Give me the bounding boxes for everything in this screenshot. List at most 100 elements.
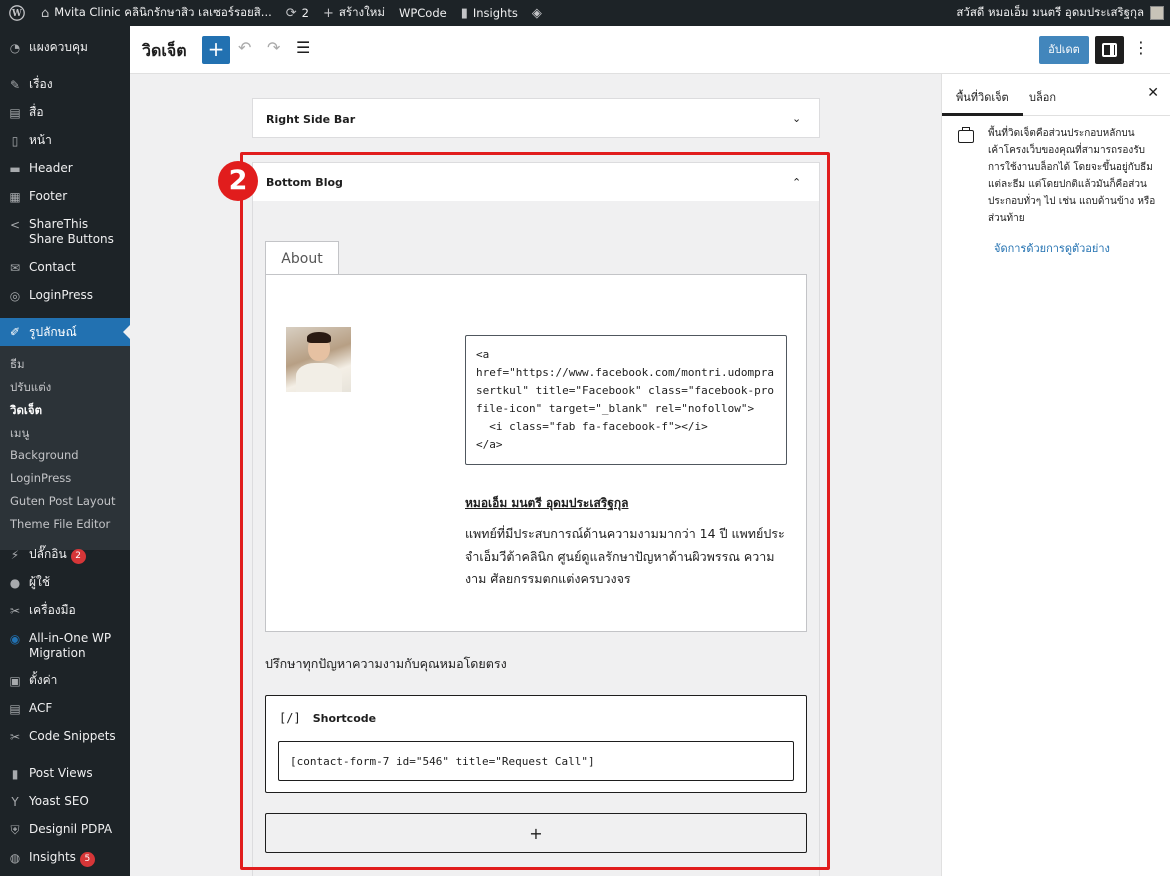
dashboard-icon: ◔: [9, 41, 21, 55]
widget-area-description: พื้นที่วิดเจ็ตคือส่วนประกอบหลักบนเค้าโคร…: [988, 128, 1156, 224]
sidebar-item-media[interactable]: ▤ สื่อ: [0, 105, 130, 121]
submenu-themes[interactable]: ธีม: [0, 356, 25, 374]
sidebar-item-plugins[interactable]: ⚡ ปลั๊กอิน 2: [0, 547, 130, 564]
sidebar-item-pdpa[interactable]: ⛨ Designil PDPA: [0, 822, 130, 838]
footer-icon: ▦: [9, 190, 21, 204]
submenu-customize[interactable]: ปรับแต่ง: [0, 379, 51, 397]
block-inserter-button[interactable]: +: [202, 36, 230, 64]
sidebar-item-settings[interactable]: ▣ ตั้งค่า: [0, 673, 130, 689]
settings-tabs: พื้นที่วิดเจ็ต บล็อก ✕: [942, 74, 1170, 116]
wrench-icon: ✂: [9, 604, 21, 618]
settings-sidebar: พื้นที่วิดเจ็ต บล็อก ✕ พื้นที่วิดเจ็ตคือ…: [941, 74, 1170, 876]
redo-icon[interactable]: ↷: [267, 38, 280, 57]
sidebar-item-posts[interactable]: ✎ เรื่อง: [0, 77, 130, 93]
wpcode-label: WPCode: [398, 6, 447, 20]
plus-icon: +: [323, 5, 334, 21]
sidebar-item-yoast[interactable]: Y Yoast SEO: [0, 794, 130, 810]
manage-with-preview-link[interactable]: จัดการด้วยการดูตัวอย่าง: [994, 239, 1110, 257]
submenu-menus[interactable]: เมนู: [0, 425, 29, 443]
widget-canvas: Right Side Bar ⌄ Bottom Blog ⌃ About <a …: [130, 74, 941, 876]
more-options-icon[interactable]: ⋮: [1133, 38, 1149, 57]
media-icon: ▤: [9, 106, 21, 120]
insights-link[interactable]: ▮ Insights: [454, 0, 525, 26]
wordpress-logo-icon[interactable]: W: [0, 0, 34, 26]
submenu-theme-file-editor[interactable]: Theme File Editor: [0, 517, 110, 531]
settings-icon: ▣: [9, 674, 21, 688]
undo-icon[interactable]: ↶: [238, 38, 251, 57]
sidebar-item-loginpress[interactable]: ◎ LoginPress: [0, 288, 130, 304]
brush-icon: ✐: [9, 325, 21, 339]
close-icon[interactable]: ✕: [1147, 85, 1159, 101]
sidebar-item-insights[interactable]: ◍ Insights 5: [0, 850, 130, 867]
sidebar-item-pages[interactable]: ▯ หน้า: [0, 133, 130, 149]
updates-count: 2: [301, 6, 309, 20]
sidebar-item-header[interactable]: ▬ Header: [0, 161, 130, 177]
submenu-guten-post-layout[interactable]: Guten Post Layout: [0, 494, 116, 508]
step-number-badge: 2: [218, 161, 258, 201]
submenu-widgets[interactable]: วิดเจ็ต: [0, 402, 42, 420]
chart-icon: ▮: [11, 767, 19, 781]
plugins-badge: 2: [70, 549, 86, 564]
refresh-icon: ⟳: [285, 5, 297, 21]
sidebar-item-code-snippets[interactable]: ✂ Code Snippets: [0, 729, 130, 745]
diamond-icon: ◈: [531, 5, 542, 21]
wpcode-link[interactable]: WPCode: [392, 0, 454, 26]
diamond-link[interactable]: ◈: [525, 0, 549, 26]
sidebar-item-sharethis[interactable]: < ShareThis Share Buttons: [0, 217, 130, 247]
yoast-icon: Y: [11, 795, 19, 809]
widget-area-title: Right Side Bar: [266, 112, 356, 126]
sidebar-item-acf[interactable]: ▤ ACF: [0, 701, 130, 717]
sidebar-item-users[interactable]: ● ผู้ใช้: [0, 575, 130, 591]
admin-bar: W ⌂ Mvita Clinic คลินิกรักษาสิว เลเซอร์ร…: [0, 0, 1170, 26]
update-button[interactable]: อัปเดต: [1039, 36, 1089, 64]
code-icon: ✂: [9, 730, 21, 744]
shield-icon: ⛨: [10, 823, 20, 837]
loginpress-icon: ◎: [9, 289, 21, 303]
sidebar-icon: [1102, 43, 1117, 57]
sidebar-item-contact[interactable]: ✉ Contact: [0, 260, 130, 276]
account-menu[interactable]: สวัสดี หมอเอ็ม มนตรี อุดมประเสริฐกุล: [956, 4, 1170, 22]
svg-text:W: W: [11, 9, 22, 19]
sidebar-item-aio-migration[interactable]: ◉ All-in-One WP Migration: [0, 631, 130, 661]
sidebar-item-post-views[interactable]: ▮ Post Views: [0, 766, 130, 782]
updates-link[interactable]: ⟳ 2: [279, 0, 316, 26]
greeting: สวัสดี หมอเอ็ม มนตรี อุดมประเสริฐกุล: [956, 5, 1144, 19]
pin-icon: ✎: [9, 78, 21, 92]
sidebar-item-footer[interactable]: ▦ Footer: [0, 189, 130, 205]
home-icon: ⌂: [41, 5, 50, 21]
new-label: สร้างใหม่: [338, 5, 385, 19]
site-name: Mvita Clinic คลินิกรักษาสิว เลเซอร์รอยสิ…: [54, 5, 272, 19]
insights-badge: 5: [79, 852, 95, 867]
user-icon: ●: [9, 576, 21, 590]
page-icon: ▯: [11, 134, 19, 148]
sidebar-item-appearance[interactable]: ✐ รูปลักษณ์: [0, 318, 130, 346]
chevron-down-icon[interactable]: ⌄: [792, 112, 804, 125]
highlight-frame: [240, 152, 830, 870]
list-view-icon[interactable]: ☰: [296, 38, 310, 57]
settings-toggle-button[interactable]: [1095, 36, 1124, 64]
bar-chart-icon: ▮: [460, 5, 468, 21]
admin-sidebar: ◔ แผงควบคุม ✎ เรื่อง ▤ สื่อ ▯ หน้า ▬ Hea…: [0, 26, 130, 876]
tab-block[interactable]: บล็อก: [1029, 88, 1056, 106]
mail-icon: ✉: [9, 261, 21, 275]
appearance-submenu: ธีม ปรับแต่ง วิดเจ็ต เมนู Background Log…: [0, 346, 130, 550]
share-icon: <: [9, 218, 21, 232]
insights-label: Insights: [472, 6, 518, 20]
sidebar-item-tools[interactable]: ✂ เครื่องมือ: [0, 603, 130, 619]
user-avatar-icon: [1150, 6, 1164, 20]
active-indicator: [123, 325, 130, 339]
acf-icon: ▤: [9, 702, 21, 716]
widget-area-icon: [958, 127, 974, 143]
header-icon: ▬: [9, 162, 21, 176]
new-content-link[interactable]: + สร้างใหม่: [316, 0, 392, 26]
submenu-background[interactable]: Background: [0, 448, 79, 462]
plugin-icon: ⚡: [10, 548, 20, 562]
page-title: วิดเจ็ต: [142, 41, 187, 60]
tab-widget-areas[interactable]: พื้นที่วิดเจ็ต: [942, 88, 1023, 116]
widget-area-right-side-bar[interactable]: Right Side Bar ⌄: [252, 98, 820, 138]
editor-header: วิดเจ็ต + ↶ ↷ ☰ อัปเดต ⋮: [130, 26, 1170, 74]
submenu-loginpress[interactable]: LoginPress: [0, 471, 71, 485]
sidebar-item-dashboard[interactable]: ◔ แผงควบคุม: [0, 40, 130, 56]
site-name-link[interactable]: ⌂ Mvita Clinic คลินิกรักษาสิว เลเซอร์รอย…: [34, 0, 279, 26]
insights-icon: ◍: [9, 851, 21, 865]
